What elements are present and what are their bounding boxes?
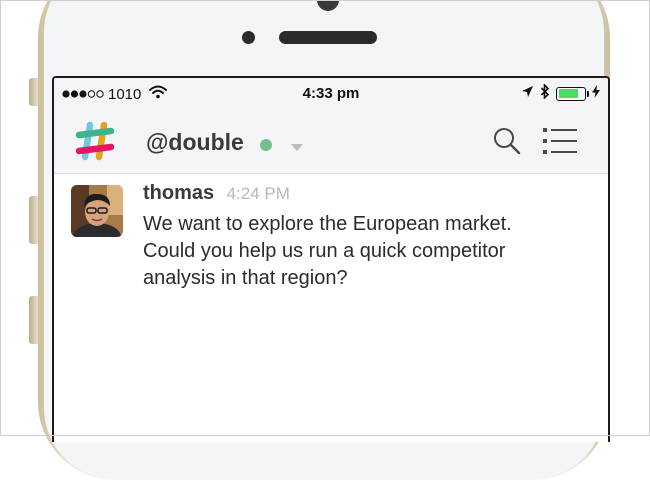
slack-logo-icon[interactable] xyxy=(74,120,116,162)
bluetooth-icon xyxy=(540,83,550,103)
phone-screen: 1010 4:33 pm @double thomas 4:24 PM We w… xyxy=(52,76,610,442)
chat-header: @double xyxy=(54,110,608,174)
presence-dot xyxy=(260,139,272,151)
menu-list-icon[interactable] xyxy=(543,127,577,160)
message-line: analysis in that region? xyxy=(143,267,348,289)
volume-up-button xyxy=(29,196,38,244)
channel-name[interactable]: @double xyxy=(146,129,244,156)
message-line: We want to explore the European market. xyxy=(143,213,512,235)
mute-switch xyxy=(29,78,38,106)
status-bar: 1010 4:33 pm xyxy=(54,78,608,110)
charging-bolt-icon xyxy=(592,85,600,102)
chevron-down-icon[interactable] xyxy=(291,139,303,157)
battery-icon xyxy=(556,86,589,101)
location-arrow-icon xyxy=(521,85,534,102)
message-body: We want to explore the European market. … xyxy=(143,211,593,292)
avatar[interactable] xyxy=(71,185,123,237)
message-header: thomas 4:24 PM xyxy=(143,182,290,205)
front-camera xyxy=(242,31,255,44)
search-icon[interactable] xyxy=(492,126,522,161)
status-indicators xyxy=(521,83,600,103)
message-line: Could you help us run a quick competitor xyxy=(143,240,506,262)
message-timestamp: 4:24 PM xyxy=(226,184,290,203)
earpiece-speaker xyxy=(279,31,377,44)
volume-down-button xyxy=(29,296,38,344)
author-name[interactable]: thomas xyxy=(143,182,214,204)
